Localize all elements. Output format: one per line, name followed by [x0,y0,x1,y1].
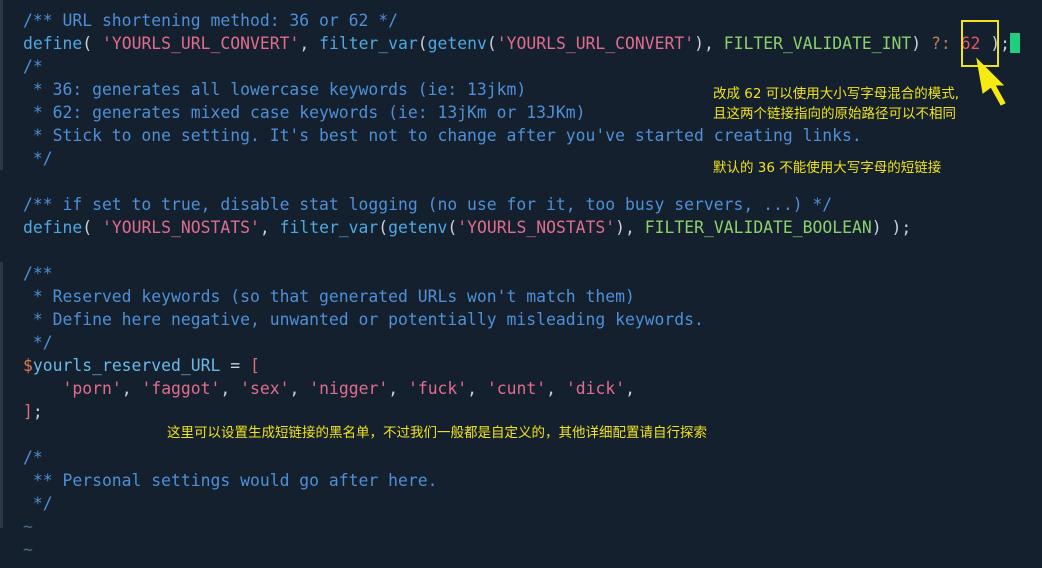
code-token: ; [32,402,43,421]
code-token: , [299,34,320,53]
code-token: 'YOURLS_URL_CONVERT' [101,34,300,53]
code-token: 'YOURLS_NOSTATS' [457,218,616,237]
code-token: */ [23,149,53,168]
code-token: ), [615,218,645,237]
code-token: 'nigger' [309,379,389,398]
code-token: /** [23,264,53,283]
code-token: , [220,379,241,398]
code-line[interactable]: /** URL shortening method: 36 or 62 */ [23,9,398,32]
code-token: , [467,379,487,398]
annotation-36: 默认的 36 不能使用大写字母的短链接 [713,160,942,176]
code-token: 'YOURLS_NOSTATS' [101,218,260,237]
code-line[interactable]: ** Personal settings would go after here… [23,469,438,492]
code-token: /* [23,57,43,76]
code-token: define [23,218,83,237]
code-line[interactable]: /** if set to true, disable stat logging… [23,193,832,216]
code-line[interactable]: define( 'YOURLS_NOSTATS', filter_var(get… [23,216,911,239]
code-token: , [289,379,310,398]
gutter-marker [0,262,3,448]
code-token: ] [23,402,33,421]
gutter-marker [0,0,3,170]
arrow-pointer-icon [976,57,1006,106]
code-token: yourls_reserved_URL [32,356,221,375]
code-token: FILTER_VALIDATE_INT [723,34,912,53]
code-token: * 36: generates all lowercase keywords (… [23,80,527,99]
code-token: * Reserved keywords (so that generated U… [23,287,635,306]
text-cursor [1009,33,1020,53]
code-line[interactable]: /* [23,55,43,78]
code-token: FILTER_VALIDATE_BOOLEAN [644,218,872,237]
code-line[interactable]: */ [23,147,53,170]
code-line[interactable]: /* [23,446,43,469]
code-token: ), [694,34,724,53]
code-token: ) [911,34,931,53]
code-token: , [259,218,280,237]
code-token: */ [23,494,53,513]
code-line[interactable]: * Define here negative, unwanted or pote… [23,308,704,331]
annotation-62-line2: 且这两个链接指向的原始路径可以不相同 [713,106,956,122]
code-token: ~ [23,517,33,536]
code-token: getenv [427,34,487,53]
code-token: , [546,379,566,398]
code-token: ~ [23,540,33,559]
code-token: ?: [930,34,961,53]
code-line[interactable]: * 62: generates mixed case keywords (ie:… [23,101,586,124]
code-token: ( [378,218,389,237]
code-token: 'faggot' [141,379,221,398]
code-token: , [121,379,142,398]
code-line[interactable]: */ [23,331,53,354]
code-editor[interactable]: /** URL shortening method: 36 or 62 */ de… [0,0,1042,568]
code-token: $ [23,356,33,375]
code-line[interactable]: */ [23,492,53,515]
code-token: [ [249,356,260,375]
code-token: * Define here negative, unwanted or pote… [23,310,704,329]
code-token: * Stick to one setting. It's best not to… [23,126,862,145]
gutter-marker [0,448,3,528]
code-token: 'fuck' [407,379,468,398]
code-token: ) ); [871,218,912,237]
code-line[interactable]: define( 'YOURLS_URL_CONVERT', filter_var… [23,32,1020,55]
code-token: filter_var [319,34,418,53]
code-token: getenv [388,218,448,237]
code-token: 'dick' [565,379,626,398]
code-token: filter_var [279,218,379,237]
code-token: /** URL shortening method: 36 or 62 */ [23,11,398,30]
annotation-reserved: 这里可以设置生成短链接的黑名单，不过我们一般都是自定义的，其他详细配置请自行探索 [167,425,707,441]
code-line[interactable]: * 36: generates all lowercase keywords (… [23,78,526,101]
code-token: ( [82,218,102,237]
code-token: ( [417,34,428,53]
code-token: ( [486,34,497,53]
code-token: , [625,379,635,398]
code-line[interactable]: $yourls_reserved_URL = [ [23,354,260,377]
code-token: 'cunt' [486,379,547,398]
code-token: 'porn' [62,379,122,398]
code-token: * 62: generates mixed case keywords (ie:… [23,103,586,122]
code-token: , [388,379,408,398]
code-token: ** Personal settings would go after here… [23,471,438,490]
code-line[interactable]: ~ [23,515,33,538]
code-line[interactable]: * Reserved keywords (so that generated U… [23,285,635,308]
code-token: ( [82,34,102,53]
code-line[interactable]: /** [23,262,53,285]
code-token: /** if set to true, disable stat logging… [23,195,833,214]
code-line[interactable]: 'porn', 'faggot', 'sex', 'nigger', 'fuck… [23,377,635,400]
code-token: = [220,356,250,375]
code-token: */ [23,333,53,352]
code-token: ( [447,218,458,237]
code-line[interactable]: * Stick to one setting. It's best not to… [23,124,862,147]
code-token: define [23,34,83,53]
code-token: 'sex' [240,379,290,398]
code-line[interactable]: ]; [23,400,43,423]
code-token: 'YOURLS_URL_CONVERT' [496,34,695,53]
code-line[interactable]: ~ [23,538,33,561]
annotation-62-line1: 改成 62 可以使用大小写字母混合的模式, [713,86,960,102]
code-token: /* [23,448,43,467]
